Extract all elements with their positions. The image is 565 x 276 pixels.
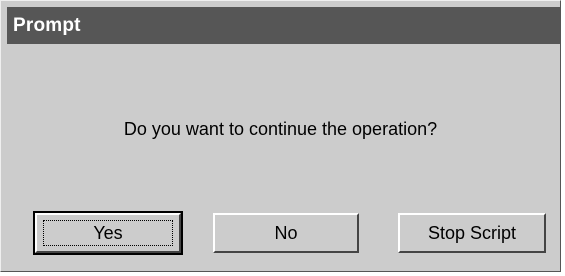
stop-script-button[interactable]: Stop Script: [398, 213, 546, 253]
dialog-title: Prompt: [13, 14, 81, 36]
yes-button-label: Yes: [93, 222, 123, 243]
stop-script-button-label: Stop Script: [427, 222, 517, 243]
prompt-dialog: Prompt Do you want to continue the opera…: [0, 0, 561, 272]
yes-button[interactable]: Yes: [33, 211, 183, 255]
no-button[interactable]: No: [213, 213, 359, 253]
dialog-titlebar[interactable]: Prompt: [7, 7, 560, 44]
no-button-label: No: [274, 222, 298, 243]
dialog-message: Do you want to continue the operation?: [123, 119, 438, 139]
